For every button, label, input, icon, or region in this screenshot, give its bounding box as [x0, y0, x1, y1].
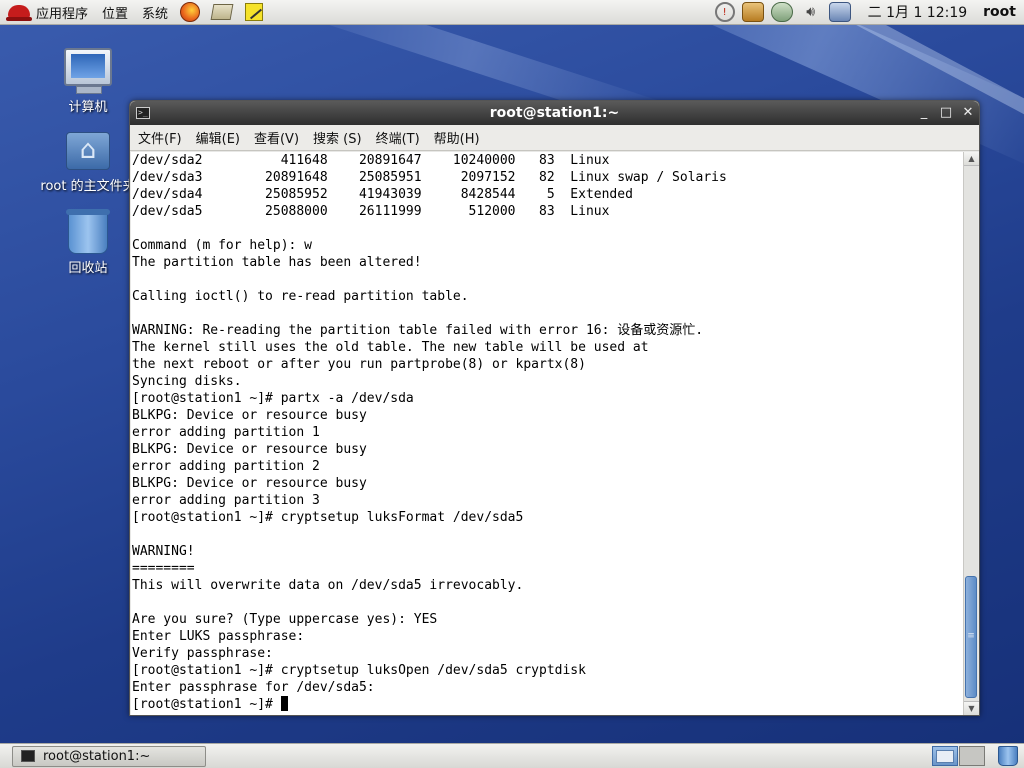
menu-help[interactable]: 帮助(H) [434, 128, 480, 147]
terminal-line: [root@station1 ~]# partx -a /dev/sda [132, 391, 414, 406]
close-button[interactable]: ✕ [957, 103, 979, 123]
menu-applications[interactable]: 应用程序 [36, 3, 88, 22]
firefox-launcher[interactable] [178, 1, 202, 23]
workspace-2[interactable] [959, 746, 985, 766]
workspace-switcher [932, 746, 1018, 766]
terminal-line: error adding partition 3 [132, 493, 320, 508]
user-menu[interactable]: root [983, 4, 1016, 20]
terminal-window: >_ root@station1:~ _ □ ✕ 文件(F) 编辑(E) 查看(… [129, 100, 980, 716]
menu-places[interactable]: 位置 [102, 3, 128, 22]
terminal-line: BLKPG: Device or resource busy [132, 442, 367, 457]
desktop-icon-trash[interactable]: 回收站 [40, 209, 136, 276]
menu-edit[interactable]: 编辑(E) [196, 128, 240, 147]
mail-icon [210, 4, 234, 20]
terminal-line: the next reboot or after you run partpro… [132, 357, 586, 372]
desktop-icon-label: root 的主文件夹 [40, 179, 136, 194]
terminal-line: Syncing disks. [132, 374, 242, 389]
network-icon[interactable] [770, 2, 793, 22]
menu-search[interactable]: 搜索 (S) [313, 128, 362, 147]
shell-prompt: [root@station1 ~]# [132, 697, 281, 712]
terminal-line: WARNING: Re-reading the partition table … [132, 323, 704, 338]
window-title: root@station1:~ [489, 105, 620, 121]
terminal-line: Command (m for help): w [132, 238, 313, 253]
update-notifier-icon[interactable]: ! [714, 2, 735, 22]
firefox-icon [180, 2, 201, 22]
trash-applet-icon[interactable] [998, 746, 1018, 766]
terminal-line: Calling ioctl() to re-read partition tab… [132, 289, 469, 304]
redhat-logo-icon[interactable] [6, 1, 32, 23]
terminal-prompt-line: [root@station1 ~]# [132, 696, 727, 713]
taskbar-terminal-button[interactable]: root@station1:~ [12, 745, 206, 767]
trash-icon [66, 209, 110, 254]
terminal-line: Enter passphrase for /dev/sda5: [132, 680, 383, 695]
menu-terminal[interactable]: 终端(T) [376, 128, 420, 147]
volume-icon[interactable]: 🔊︎ [800, 2, 822, 22]
terminal-text: /dev/sda2 411648 20891647 10240000 83 Li… [131, 152, 727, 713]
menu-view[interactable]: 查看(V) [254, 128, 299, 147]
terminal-line: /dev/sda4 25085952 41943039 8428544 5 Ex… [132, 187, 633, 202]
terminal-line: Verify passphrase: [132, 646, 281, 661]
scroll-up-arrow-icon[interactable]: ▲ [964, 152, 979, 166]
computer-icon [64, 48, 112, 94]
terminal-line: BLKPG: Device or resource busy [132, 476, 367, 491]
desktop-icon-computer[interactable]: 计算机 [40, 48, 136, 115]
menu-file[interactable]: 文件(F) [138, 128, 182, 147]
terminal-line: BLKPG: Device or resource busy [132, 408, 367, 423]
window-titlebar[interactable]: >_ root@station1:~ _ □ ✕ [130, 101, 979, 125]
top-panel: 应用程序 位置 系统 ! 🔊︎ 二 1月 1 12:19 root [0, 0, 1024, 25]
terminal-line: /dev/sda5 25088000 26111999 512000 83 Li… [132, 204, 610, 219]
system-tray: ! 🔊︎ 二 1月 1 12:19 root [714, 0, 1024, 25]
scrollbar-thumb[interactable]: ≡ [965, 576, 977, 698]
terminal-line: The kernel still uses the old table. The… [132, 340, 649, 355]
text-cursor [280, 696, 288, 711]
network-manager-icon[interactable] [828, 2, 851, 22]
terminal-icon [21, 750, 35, 762]
terminal-line: Enter LUKS passphrase: [132, 629, 313, 644]
terminal-output[interactable]: /dev/sda2 411648 20891647 10240000 83 Li… [131, 152, 964, 715]
terminal-line: ======== [132, 561, 195, 576]
notes-icon [245, 3, 264, 21]
maximize-button[interactable]: □ [935, 103, 957, 123]
terminal-line: error adding partition 2 [132, 459, 320, 474]
terminal-line: WARNING! [132, 544, 195, 559]
terminal-line: The partition table has been altered! [132, 255, 422, 270]
home-folder-icon [66, 132, 110, 170]
clock[interactable]: 二 1月 1 12:19 [868, 2, 968, 22]
terminal-line: /dev/sda3 20891648 25085951 2097152 82 L… [132, 170, 727, 185]
desktop-icon-label: 计算机 [68, 100, 108, 115]
package-updates-icon[interactable] [741, 2, 764, 22]
vertical-scrollbar[interactable]: ▲ ≡ ▼ [963, 152, 979, 715]
terminal-line: error adding partition 1 [132, 425, 320, 440]
mail-launcher[interactable] [210, 1, 234, 23]
terminal-line: /dev/sda2 411648 20891647 10240000 83 Li… [132, 153, 610, 168]
terminal-line: This will overwrite data on /dev/sda5 ir… [132, 578, 524, 593]
notes-launcher[interactable] [242, 1, 266, 23]
window-menubar: 文件(F) 编辑(E) 查看(V) 搜索 (S) 终端(T) 帮助(H) [130, 125, 979, 151]
minimize-button[interactable]: _ [913, 103, 935, 123]
desktop-icon-label: 回收站 [68, 261, 108, 276]
menu-system[interactable]: 系统 [142, 3, 168, 22]
terminal-line: [root@station1 ~]# cryptsetup luksOpen /… [132, 663, 586, 678]
scroll-down-arrow-icon[interactable]: ▼ [964, 701, 979, 715]
terminal-icon[interactable]: >_ [136, 107, 150, 119]
bottom-panel: root@station1:~ [0, 743, 1024, 768]
workspace-1[interactable] [932, 746, 958, 766]
terminal-line: Are you sure? (Type uppercase yes): YES [132, 612, 438, 627]
terminal-line: [root@station1 ~]# cryptsetup luksFormat… [132, 510, 524, 525]
taskbar-button-label: root@station1:~ [43, 748, 151, 764]
desktop-icon-home[interactable]: root 的主文件夹 [40, 132, 136, 194]
